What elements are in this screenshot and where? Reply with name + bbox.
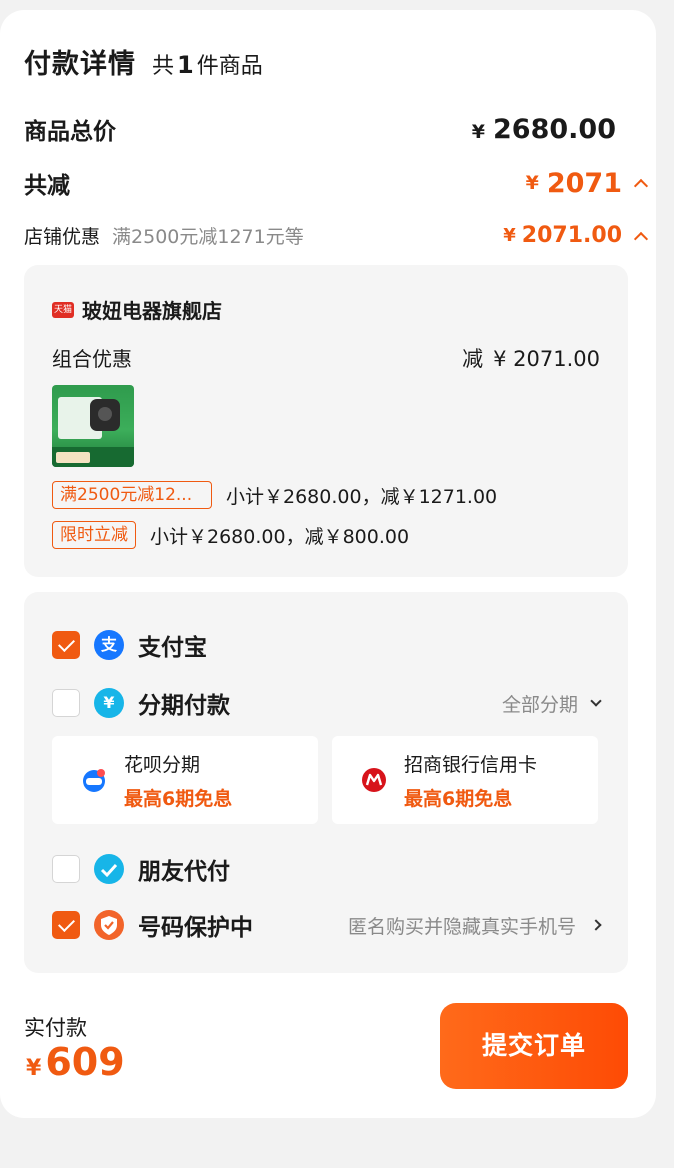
- shop-discount: 店铺优惠 满2500元减1271元等: [24, 226, 304, 248]
- actual-payment-label: 实付款: [24, 1016, 87, 1040]
- chevron-right-icon: [590, 919, 602, 931]
- privacy-description[interactable]: 匿名购买并隐藏真实手机号: [348, 912, 602, 939]
- chevron-down-icon: [590, 695, 602, 707]
- installment-icon: ¥: [94, 688, 124, 718]
- installment-option-name: 花呗分期: [124, 754, 201, 776]
- alipay-icon: 支: [94, 630, 124, 660]
- pay-option-friend[interactable]: 朋友代付: [52, 852, 600, 886]
- huabei-icon: [83, 769, 105, 792]
- friend-pay-icon: [94, 854, 124, 884]
- pay-option-installment[interactable]: ¥ 分期付款 全部分期: [52, 686, 602, 720]
- alipay-checkbox[interactable]: [52, 631, 80, 659]
- privacy-label: 号码保护中: [138, 915, 253, 941]
- installment-checkbox[interactable]: [52, 689, 80, 717]
- promo-text: 小计￥2680.00，减￥800.00: [150, 525, 410, 548]
- page-title: 付款详情: [24, 49, 136, 80]
- tmall-logo-icon: 天猫: [52, 301, 74, 318]
- cmb-bank-icon: [362, 768, 386, 792]
- installment-option-promo: 最高6期免息: [404, 788, 513, 810]
- total-reduction-label: 共减: [24, 173, 70, 199]
- total-reduction-row[interactable]: 共减 ¥2071: [24, 166, 649, 200]
- friend-pay-label: 朋友代付: [138, 859, 230, 885]
- alipay-label: 支付宝: [138, 635, 207, 661]
- total-price-value: ¥2680.00: [471, 113, 616, 145]
- product-thumbnail[interactable]: [52, 385, 134, 467]
- installment-option-huabei[interactable]: 花呗分期 最高6期免息: [52, 736, 318, 824]
- store-header: 天猫 玻妞电器旗舰店: [52, 295, 222, 324]
- item-count: 共 1 件商品: [152, 51, 263, 79]
- total-reduction-value: ¥2071: [526, 168, 649, 199]
- combo-value: 减 ¥ 2071.00: [462, 347, 600, 371]
- promo-row: 满2500元减12... 小计￥2680.00，减￥1271.00: [52, 481, 497, 509]
- installment-label: 分期付款: [138, 693, 230, 719]
- total-price-row: 商品总价 ¥2680.00: [24, 112, 616, 146]
- combo-discount-row: 组合优惠 减 ¥ 2071.00: [52, 343, 600, 373]
- promo-tag: 限时立减: [52, 521, 136, 549]
- actual-payment-value: ¥609: [26, 1040, 125, 1084]
- store-discount-card: 天猫 玻妞电器旗舰店 组合优惠 减 ¥ 2071.00 满2500元减12... …: [24, 265, 628, 577]
- combo-label: 组合优惠: [52, 347, 132, 371]
- promo-row: 限时立减 小计￥2680.00，减￥800.00: [52, 521, 409, 549]
- installment-option-cmb[interactable]: 招商银行信用卡 最高6期免息: [332, 736, 598, 824]
- all-installments-dropdown[interactable]: 全部分期: [502, 690, 602, 717]
- pay-option-alipay[interactable]: 支 支付宝: [52, 628, 600, 662]
- installment-option-promo: 最高6期免息: [124, 788, 233, 810]
- page-header: 付款详情 共 1 件商品: [24, 42, 263, 81]
- shield-icon: [94, 910, 124, 940]
- privacy-checkbox[interactable]: [52, 911, 80, 939]
- store-name: 玻妞电器旗舰店: [82, 299, 222, 323]
- privacy-protection-row[interactable]: 号码保护中 匿名购买并隐藏真实手机号: [52, 908, 602, 942]
- submit-order-button[interactable]: 提交订单: [440, 1003, 628, 1089]
- payment-method-card: 支 支付宝 ¥ 分期付款 全部分期 花呗分期 最高6期免息 招商银行信用卡 最高…: [24, 592, 628, 973]
- installment-option-name: 招商银行信用卡: [404, 754, 538, 776]
- promo-text: 小计￥2680.00，减￥1271.00: [226, 485, 498, 508]
- friend-pay-checkbox[interactable]: [52, 855, 80, 883]
- shop-discount-value: ¥2071.00: [503, 223, 649, 248]
- promo-tag: 满2500元减12...: [52, 481, 212, 509]
- total-price-label: 商品总价: [24, 119, 116, 145]
- shop-discount-row[interactable]: 店铺优惠 满2500元减1271元等 ¥2071.00: [24, 222, 649, 249]
